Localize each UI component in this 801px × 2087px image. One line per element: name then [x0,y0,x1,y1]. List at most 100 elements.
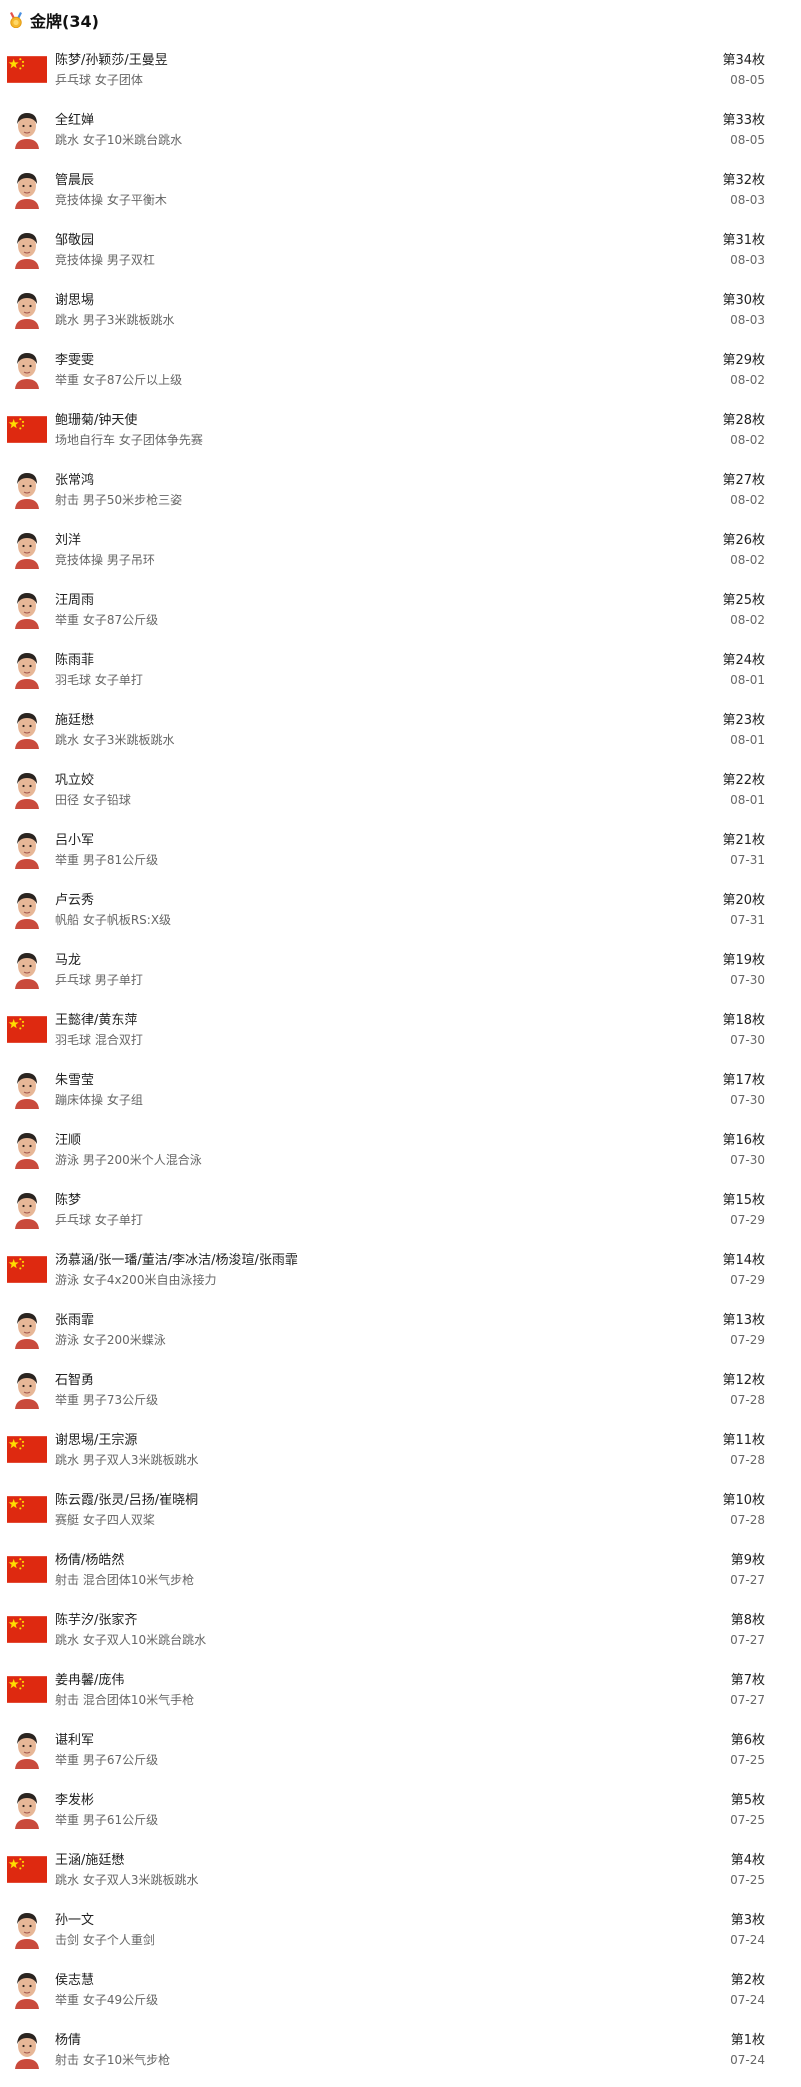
medal-row[interactable]: 邹敬园 竞技体操 男子双杠 第31枚 08-03 [0,220,801,280]
medal-info: 刘洋竞技体操 男子吊环 [55,532,801,569]
athlete-name[interactable]: 汤慕涵/张一璠/董洁/李冰洁/杨浚瑄/张雨霏 [55,1252,801,1270]
athlete-name[interactable]: 邹敬园 [55,232,801,250]
athlete-name[interactable]: 巩立姣 [55,772,801,790]
athlete-name[interactable]: 刘洋 [55,532,801,550]
medal-row[interactable]: 管晨辰 竞技体操 女子平衡木 第32枚 08-03 [0,160,801,220]
china-flag-icon [7,1674,47,1704]
medal-date: 08-05 [730,73,765,87]
athlete-name[interactable]: 施廷懋 [55,712,801,730]
medal-row[interactable]: 姜冉馨/庞伟 射击 混合团体10米气手枪 第7枚 07-27 [0,1660,801,1720]
medal-row[interactable]: 汪周雨 举重 女子87公斤级 第25枚 08-02 [0,580,801,640]
medal-row[interactable]: 谌利军 举重 男子67公斤级 第6枚 07-25 [0,1720,801,1780]
athlete-name[interactable]: 陈梦 [55,1192,801,1210]
medal-row[interactable]: 全红婵 跳水 女子10米跳台跳水 第33枚 08-05 [0,100,801,160]
medal-rank: 第25枚 [722,593,765,608]
medal-row[interactable]: 谢思埸 跳水 男子3米跳板跳水 第30枚 08-03 [0,280,801,340]
athlete-name[interactable]: 谢思埸/王宗源 [55,1432,801,1450]
medal-date: 08-01 [730,673,765,687]
medal-date: 08-02 [730,373,765,387]
athlete-name[interactable]: 孙一文 [55,1912,801,1930]
athlete-name[interactable]: 李发彬 [55,1792,801,1810]
athlete-name[interactable]: 石智勇 [55,1372,801,1390]
athlete-name[interactable]: 陈云霞/张灵/吕扬/崔晓桐 [55,1492,801,1510]
medal-date: 08-05 [730,133,765,147]
medal-row[interactable]: 张雨霏 游泳 女子200米蝶泳 第13枚 07-29 [0,1300,801,1360]
athlete-name[interactable]: 鲍珊菊/钟天使 [55,412,801,430]
medal-meta: 第32枚 08-03 [722,172,765,209]
medal-row[interactable]: 陈雨菲 羽毛球 女子单打 第24枚 08-01 [0,640,801,700]
medal-info: 朱雪莹蹦床体操 女子组 [55,1072,801,1109]
medal-row[interactable]: 施廷懋 跳水 女子3米跳板跳水 第23枚 08-01 [0,700,801,760]
medal-row[interactable]: 谢思埸/王宗源 跳水 男子双人3米跳板跳水 第11枚 07-28 [0,1420,801,1480]
event-name: 跳水 女子双人3米跳板跳水 [55,1873,199,1887]
medal-row[interactable]: 汪顺 游泳 男子200米个人混合泳 第16枚 07-30 [0,1120,801,1180]
medal-rank: 第14枚 [722,1253,765,1268]
event-name: 射击 女子10米气步枪 [55,2053,171,2067]
medal-row[interactable]: 王懿律/黄东萍 羽毛球 混合双打 第18枚 07-30 [0,1000,801,1060]
medal-rank: 第5枚 [730,1793,765,1808]
medal-row[interactable]: 李发彬 举重 男子61公斤级 第5枚 07-25 [0,1780,801,1840]
medal-row[interactable]: 李雯雯 举重 女子87公斤以上级 第29枚 08-02 [0,340,801,400]
event-name: 蹦床体操 女子组 [55,1093,143,1107]
athlete-name[interactable]: 李雯雯 [55,352,801,370]
medal-rank: 第32枚 [722,173,765,188]
medal-info: 孙一文 击剑 女子个人重剑 [55,1912,801,1949]
medal-row[interactable]: 刘洋 竞技体操 男子吊环 第26枚 08-02 [0,520,801,580]
medal-meta: 第34枚 08-05 [722,52,765,89]
athlete-name[interactable]: 姜冉馨/庞伟 [55,1672,801,1690]
medal-row[interactable]: 陈云霞/张灵/吕扬/崔晓桐 赛艇 女子四人双桨 第10枚 07-28 [0,1480,801,1540]
medal-info: 鲍珊菊/钟天使 场地自行车 女子团体争先赛 [55,412,801,449]
athlete-name[interactable]: 王涵/施廷懋 [55,1852,801,1870]
event-name: 跳水 女子10米跳台跳水 [55,133,183,147]
athlete-name[interactable]: 王懿律/黄东萍 [55,1012,801,1030]
athlete-name[interactable]: 吕小军 [55,832,801,850]
medal-row[interactable]: 巩立姣 田径 女子铅球 第22枚 08-01 [0,760,801,820]
athlete-name[interactable]: 汪顺 [55,1132,801,1150]
athlete-name[interactable]: 张雨霏 [55,1312,801,1330]
athlete-name[interactable]: 管晨辰 [55,172,801,190]
medal-row[interactable]: 卢云秀 帆船 女子帆板RS:X级 第20枚 07-31 [0,880,801,940]
athlete-name[interactable]: 张常鸿 [55,472,801,490]
medal-row[interactable]: 石智勇 举重 男子73公斤级 第12枚 07-28 [0,1360,801,1420]
medal-row[interactable]: 陈芋汐/张家齐 跳水 女子双人10米跳台跳水 第8枚 07-27 [0,1600,801,1660]
athlete-name[interactable]: 陈芋汐/张家齐 [55,1612,801,1630]
medal-row[interactable]: 朱雪莹 蹦床体操 女子组 第17枚 07-30 [0,1060,801,1120]
medal-row[interactable]: 马龙 乒乓球 男子单打 第19枚 07-30 [0,940,801,1000]
athlete-name[interactable]: 卢云秀 [55,892,801,910]
medal-date: 07-31 [730,853,765,867]
event-name: 竞技体操 男子吊环 [55,553,155,567]
medal-row[interactable]: 杨倩/杨皓然 射击 混合团体10米气步枪 第9枚 07-27 [0,1540,801,1600]
medal-date: 08-01 [730,793,765,807]
athlete-name[interactable]: 杨倩/杨皓然 [55,1552,801,1570]
athlete-avatar [10,1789,44,1829]
athlete-name[interactable]: 陈雨菲 [55,652,801,670]
medal-info: 张雨霏 游泳 女子200米蝶泳 [55,1312,801,1349]
medal-info: 陈云霞/张灵/吕扬/崔晓桐 赛艇 女子四人双桨 [55,1492,801,1529]
athlete-name[interactable]: 谌利军 [55,1732,801,1750]
medal-row[interactable]: 鲍珊菊/钟天使 场地自行车 女子团体争先赛 第28枚 08-02 [0,400,801,460]
medal-row[interactable]: 张常鸿 射击 男子50米步枪三姿 第27枚 08-02 [0,460,801,520]
medal-row[interactable]: 汤慕涵/张一璠/董洁/李冰洁/杨浚瑄/张雨霏 游泳 女子4x200米自由泳接力 第1… [0,1240,801,1300]
medal-row[interactable]: 陈梦 乒乓球 女子单打 第15枚 07-29 [0,1180,801,1240]
athlete-name[interactable]: 朱雪莹 [55,1072,801,1090]
event-name: 举重 男子61公斤级 [55,1813,159,1827]
athlete-name[interactable]: 杨倩 [55,2032,801,2050]
medal-meta: 第31枚 08-03 [722,232,765,269]
medal-row[interactable]: 陈梦/孙颖莎/王曼昱 乒乓球 女子团体 第34枚 08-05 [0,40,801,100]
athlete-name[interactable]: 谢思埸 [55,292,801,310]
athlete-name[interactable]: 陈梦/孙颖莎/王曼昱 [55,52,801,70]
athlete-name[interactable]: 汪周雨 [55,592,801,610]
medal-row[interactable]: 侯志慧 举重 女子49公斤级 第2枚 07-24 [0,1960,801,2020]
athlete-name[interactable]: 全红婵 [55,112,801,130]
athlete-avatar [10,289,44,329]
medal-info: 陈雨菲 羽毛球 女子单打 [55,652,801,689]
medal-row[interactable]: 吕小军 举重 男子81公斤级 第21枚 07-31 [0,820,801,880]
athlete-avatar [10,589,44,629]
medal-row[interactable]: 杨倩 射击 女子10米气步枪 第1枚 07-24 [0,2020,801,2080]
athlete-name[interactable]: 马龙 [55,952,801,970]
medal-meta: 第10枚 07-28 [722,1492,765,1529]
medal-date: 07-30 [730,1033,765,1047]
medal-row[interactable]: 孙一文 击剑 女子个人重剑 第3枚 07-24 [0,1900,801,1960]
athlete-name[interactable]: 侯志慧 [55,1972,801,1990]
medal-row[interactable]: 王涵/施廷懋 跳水 女子双人3米跳板跳水 第4枚 07-25 [0,1840,801,1900]
